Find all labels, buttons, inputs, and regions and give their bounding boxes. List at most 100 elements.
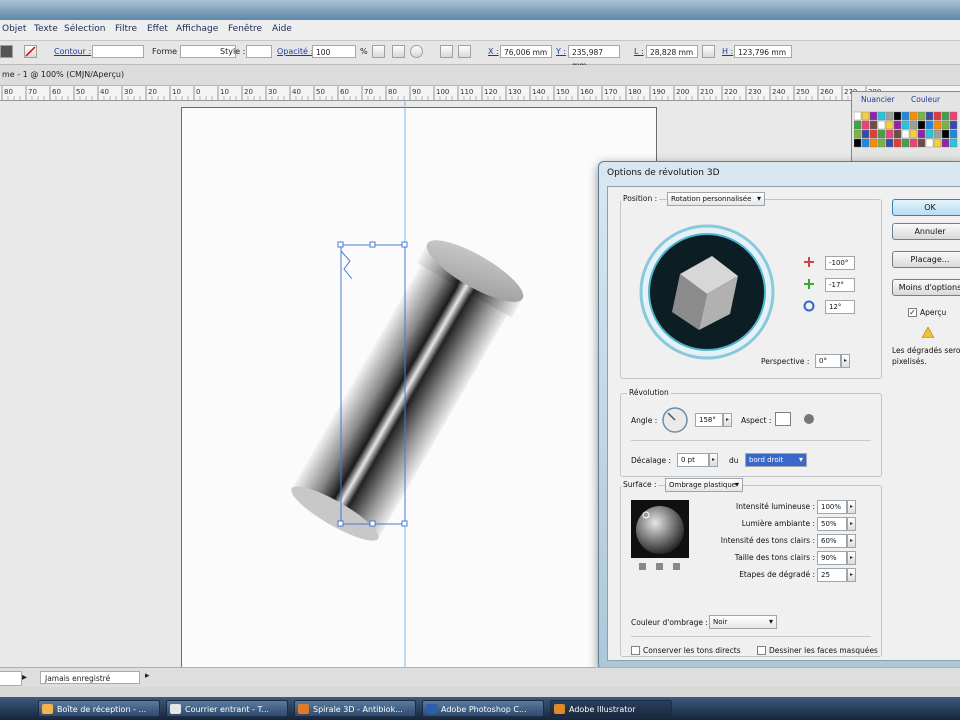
color-swatch[interactable] — [917, 120, 926, 130]
rotation-z-field[interactable]: 12° — [825, 300, 855, 314]
shading-color-dropdown[interactable]: Noir — [709, 615, 777, 629]
color-swatch[interactable] — [893, 111, 902, 121]
link-proportions-icon[interactable] — [702, 45, 715, 58]
light-setting-spinner[interactable]: ▸ — [847, 551, 856, 565]
color-swatch[interactable] — [917, 129, 926, 139]
tab-couleur[interactable]: Couleur — [908, 94, 943, 106]
color-swatch[interactable] — [941, 129, 950, 139]
color-swatch[interactable] — [869, 138, 878, 148]
status-next-icon[interactable]: ▸ — [145, 671, 155, 683]
dessiner-checkbox[interactable] — [757, 646, 766, 655]
color-swatch[interactable] — [861, 111, 870, 121]
color-swatch[interactable] — [854, 138, 862, 148]
color-swatch[interactable] — [933, 138, 942, 148]
color-swatch[interactable] — [877, 129, 886, 139]
position-dropdown[interactable]: Rotation personnalisée — [667, 192, 765, 206]
stroke-swatch[interactable] — [24, 45, 37, 58]
color-swatch[interactable] — [933, 129, 942, 139]
cylinder-artwork[interactable] — [0, 101, 600, 667]
light-buttons[interactable] — [631, 562, 689, 572]
document-tab[interactable]: me - 1 @ 100% (CMJN/Aperçu) — [2, 70, 124, 79]
light-setting-spinner[interactable]: ▸ — [847, 500, 856, 514]
color-swatch[interactable] — [885, 129, 894, 139]
color-swatch[interactable] — [909, 129, 918, 139]
decalage-field[interactable]: 0 pt — [677, 453, 709, 467]
color-swatch[interactable] — [869, 120, 878, 130]
align-button[interactable] — [392, 45, 405, 58]
color-swatch[interactable] — [877, 111, 886, 121]
aspect-toggle-icon[interactable] — [775, 412, 791, 426]
color-swatch[interactable] — [861, 129, 870, 139]
recolor-button[interactable] — [372, 45, 385, 58]
placage-button[interactable]: Placage... — [892, 251, 960, 268]
perspective-field[interactable]: 0° — [815, 354, 841, 368]
width-field[interactable]: 28,828 mm — [646, 45, 698, 58]
tab-nuancier[interactable]: Nuancier — [858, 94, 898, 106]
color-swatch[interactable] — [893, 120, 902, 130]
color-swatch[interactable] — [885, 120, 894, 130]
color-swatch[interactable] — [949, 138, 958, 148]
conserver-checkbox[interactable] — [631, 646, 640, 655]
annuler-button[interactable]: Annuler — [892, 223, 960, 240]
color-swatch[interactable] — [854, 120, 862, 130]
light-setting-spinner[interactable]: ▸ — [847, 517, 856, 531]
menu-texte[interactable]: Texte — [34, 24, 58, 34]
x-field[interactable]: 76,006 mm — [500, 45, 552, 58]
decalage-spinner[interactable]: ▸ — [709, 453, 718, 467]
task-courrier-entrant[interactable]: Courrier entrant - T... — [166, 700, 288, 717]
angle-dial-icon[interactable] — [661, 406, 689, 434]
color-swatch[interactable] — [933, 120, 942, 130]
light-setting-spinner[interactable]: ▸ — [847, 568, 856, 582]
opacity-field[interactable]: 100 — [312, 45, 356, 58]
color-swatch[interactable] — [941, 120, 950, 130]
apercu-checkbox[interactable]: ✓ — [908, 308, 917, 317]
swatch-grid[interactable] — [854, 108, 959, 168]
color-swatch[interactable] — [909, 138, 918, 148]
task-spirale-3d[interactable]: Spirale 3D - Antibiok... — [294, 700, 416, 717]
color-swatch[interactable] — [917, 111, 926, 121]
stroke-weight-field[interactable] — [92, 45, 144, 58]
opacite-label[interactable]: Opacité : — [277, 47, 313, 56]
reference-point-icon[interactable] — [458, 45, 471, 58]
color-swatch[interactable] — [901, 120, 910, 130]
menu-selection[interactable]: Sélection — [64, 24, 105, 34]
menu-filtre[interactable]: Filtre — [115, 24, 137, 34]
light-setting-field[interactable]: 100% — [817, 500, 847, 514]
color-swatch[interactable] — [869, 111, 878, 121]
y-field[interactable]: 235,987 mm — [568, 45, 620, 70]
color-swatch[interactable] — [925, 138, 934, 148]
rotation-x-field[interactable]: -100° — [825, 256, 855, 270]
color-swatch[interactable] — [901, 111, 910, 121]
color-swatch[interactable] — [909, 111, 918, 121]
light-setting-field[interactable]: 50% — [817, 517, 847, 531]
light-setting-spinner[interactable]: ▸ — [847, 534, 856, 548]
menu-affichage[interactable]: Affichage — [176, 24, 218, 34]
perspective-spinner[interactable]: ▸ — [841, 354, 850, 368]
color-swatch[interactable] — [949, 120, 958, 130]
color-swatch[interactable] — [949, 111, 958, 121]
canvas-scroll-area[interactable] — [0, 687, 960, 697]
color-swatch[interactable] — [917, 138, 926, 148]
moins-options-button[interactable]: Moins d'options — [892, 279, 960, 296]
fill-swatch[interactable] — [0, 45, 13, 58]
zoom-arrow-icon[interactable]: ▸ — [22, 672, 32, 683]
color-swatch[interactable] — [925, 111, 934, 121]
grid-align-icon[interactable] — [440, 45, 453, 58]
menu-fenetre[interactable]: Fenêtre — [228, 24, 262, 34]
color-swatch[interactable] — [893, 129, 902, 139]
color-swatch[interactable] — [925, 129, 934, 139]
color-swatch[interactable] — [909, 120, 918, 130]
color-swatch[interactable] — [861, 138, 870, 148]
color-swatch[interactable] — [925, 120, 934, 130]
color-swatch[interactable] — [901, 138, 910, 148]
edge-dropdown[interactable]: bord droit — [745, 453, 807, 467]
color-swatch[interactable] — [885, 111, 894, 121]
rotation-y-field[interactable]: -17° — [825, 278, 855, 292]
aspect-solid-icon[interactable] — [803, 413, 815, 425]
light-setting-field[interactable]: 90% — [817, 551, 847, 565]
color-swatch[interactable] — [854, 129, 862, 139]
color-swatch[interactable] — [869, 129, 878, 139]
light-setting-field[interactable]: 60% — [817, 534, 847, 548]
color-swatch[interactable] — [941, 138, 950, 148]
color-swatch[interactable] — [877, 138, 886, 148]
